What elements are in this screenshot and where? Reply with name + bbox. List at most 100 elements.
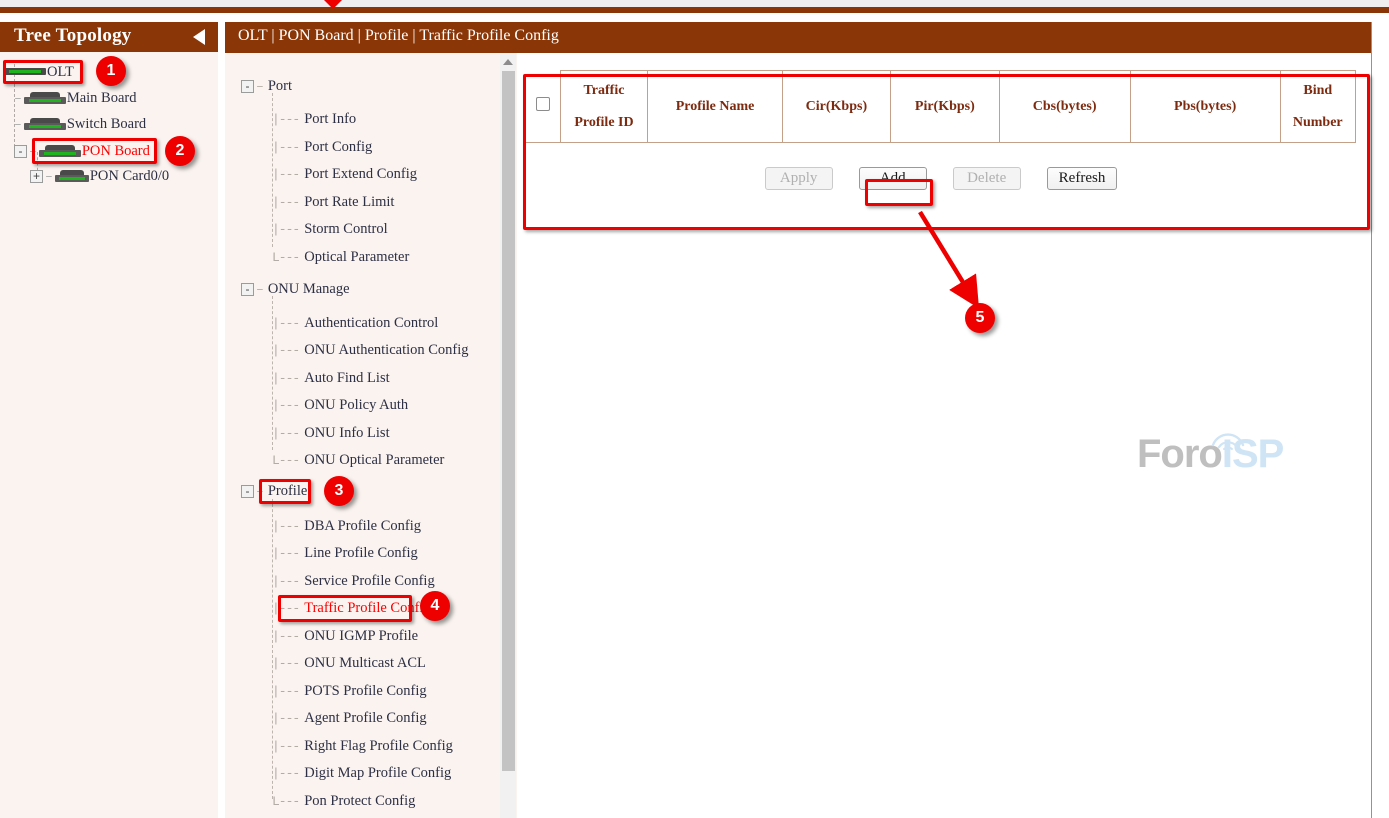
tree-connector: |--- [272,711,299,726]
tree-connector: |--- [272,112,299,127]
tree-connector: |--- [272,766,299,781]
menu-item-label: Port Extend Config [304,166,417,183]
menu-item-label: Authentication Control [304,315,438,332]
add-button[interactable]: Add [859,167,927,190]
menu-item-label: Storm Control [304,221,387,238]
tree-connector: |--- [272,546,299,561]
scroll-up-icon[interactable] [500,53,516,70]
menu-item-right-flag-profile-config[interactable]: |--- Right Flag Profile Config [272,736,453,756]
menu-group-port[interactable]: - – Port [241,76,292,96]
menu-item-port-config[interactable]: |--- Port Config [272,137,372,157]
tree-node-label: OLT [47,64,74,81]
menu-scrollbar[interactable] [500,53,516,818]
tree-node-label: PON Card0/0 [90,168,169,185]
menu-item-label: ONU Multicast ACL [304,655,426,672]
menu-item-label: ONU Info List [304,425,389,442]
menu-item-port-info[interactable]: |--- Port Info [272,109,356,129]
tree-node-switch-board[interactable]: – Switch Board [14,114,146,134]
tree-connector: |--- [272,519,299,534]
tree-topology-title: Tree Topology [14,25,132,47]
apply-button[interactable]: Apply [765,167,833,190]
menu-item-traffic-profile-config[interactable]: |--- Traffic Profile Config [272,598,431,618]
board-icon [39,145,81,158]
menu-item-port-extend-config[interactable]: |--- Port Extend Config [272,164,417,184]
select-all-cell [526,71,560,143]
menu-item-label: Service Profile Config [304,573,434,590]
menu-item-label: ONU Policy Auth [304,397,408,414]
menu-item-agent-profile-config[interactable]: |--- Agent Profile Config [272,708,427,728]
menu-item-dba-profile-config[interactable]: |--- DBA Profile Config [272,516,421,536]
tree-expander-collapse-icon[interactable]: - [241,485,254,498]
tree-connector: |--- [272,601,299,616]
annotation-badge-5: 5 [965,303,995,333]
menu-item-label: ONU Optical Parameter [304,452,444,469]
tree-expander-collapse-icon[interactable]: - [14,145,27,158]
menu-item-digit-map-profile-config[interactable]: |--- Digit Map Profile Config [272,763,451,783]
select-all-checkbox[interactable] [536,97,550,111]
tree-connector: – [14,117,22,132]
tree-connector: |--- [272,316,299,331]
menu-item-auto-find-list[interactable]: |--- Auto Find List [272,368,390,388]
menu-item-pon-protect-config[interactable]: L--- Pon Protect Config [272,791,415,811]
refresh-button[interactable]: Refresh [1047,167,1118,190]
menu-item-optical-parameter[interactable]: L--- Optical Parameter [272,247,409,267]
menu-item-label: Right Flag Profile Config [304,738,453,755]
tree-connector: – [14,91,22,106]
top-gray-strip [0,0,1389,7]
menu-item-label: Port Info [304,111,356,128]
tree-connector: – [29,144,37,159]
tree-connector: L--- [272,794,299,809]
tree-expander-expand-icon[interactable]: + [30,170,43,183]
tree-node-main-board[interactable]: – Main Board [14,88,136,108]
tree-connector: – [256,484,263,499]
tree-node-olt[interactable]: OLT [4,62,74,82]
table-action-buttons: Apply Add Delete Refresh [526,167,1356,190]
menu-item-onu-authentication-config[interactable]: |--- ONU Authentication Config [272,340,469,360]
menu-item-label: POTS Profile Config [304,683,426,700]
top-brown-strip [0,7,1389,13]
menu-item-label: Digit Map Profile Config [304,765,451,782]
menu-item-onu-info-list[interactable]: |--- ONU Info List [272,423,390,443]
menu-item-label: Port Config [304,139,372,156]
delete-button[interactable]: Delete [953,167,1021,190]
menu-item-port-rate-limit[interactable]: |--- Port Rate Limit [272,192,394,212]
board-icon [55,170,89,183]
menu-item-authentication-control[interactable]: |--- Authentication Control [272,313,438,333]
tree-connector: |--- [272,140,299,155]
collapse-sidebar-icon[interactable] [193,29,205,45]
menu-item-onu-igmp-profile[interactable]: |--- ONU IGMP Profile [272,626,418,646]
tree-node-pon-card[interactable]: + – PON Card0/0 [30,166,169,186]
tree-connector: |--- [272,371,299,386]
tree-node-label: Main Board [67,90,137,107]
tree-connector: |--- [272,629,299,644]
annotation-badge-2: 2 [165,136,195,166]
board-icon [4,66,46,79]
menu-item-onu-multicast-acl[interactable]: |--- ONU Multicast ACL [272,653,426,673]
menu-group-label: Port [268,78,292,95]
menu-item-line-profile-config[interactable]: |--- Line Profile Config [272,543,418,563]
tree-expander-collapse-icon[interactable]: - [241,283,254,296]
scrollbar-thumb[interactable] [502,71,515,771]
menu-item-label: Traffic Profile Config [304,600,430,617]
tree-connector: |--- [272,739,299,754]
tree-connector: |--- [272,343,299,358]
tree-connector: – [256,79,263,94]
menu-group-onu-manage[interactable]: - – ONU Manage [241,279,350,299]
menu-item-storm-control[interactable]: |--- Storm Control [272,219,388,239]
content-right-border [1371,22,1372,818]
tree-node-pon-board[interactable]: - – PON Board [14,141,150,161]
menu-item-onu-optical-parameter[interactable]: L--- ONU Optical Parameter [272,450,444,470]
tree-connector: |--- [272,574,299,589]
column-header-pir: Pir(Kbps) [891,71,999,143]
menu-item-label: Port Rate Limit [304,194,394,211]
tree-connector: L--- [272,250,299,265]
menu-item-onu-policy-auth[interactable]: |--- ONU Policy Auth [272,395,408,415]
tree-expander-collapse-icon[interactable]: - [241,80,254,93]
tree-connector: L--- [272,453,299,468]
menu-group-profile[interactable]: - – Profile [241,481,307,501]
menu-item-pots-profile-config[interactable]: |--- POTS Profile Config [272,681,427,701]
menu-item-service-profile-config[interactable]: |--- Service Profile Config [272,571,435,591]
column-header-line2: Number [1283,107,1353,139]
column-header-line1: Bind [1283,75,1353,107]
column-header-bind-number: Bind Number [1280,71,1355,143]
